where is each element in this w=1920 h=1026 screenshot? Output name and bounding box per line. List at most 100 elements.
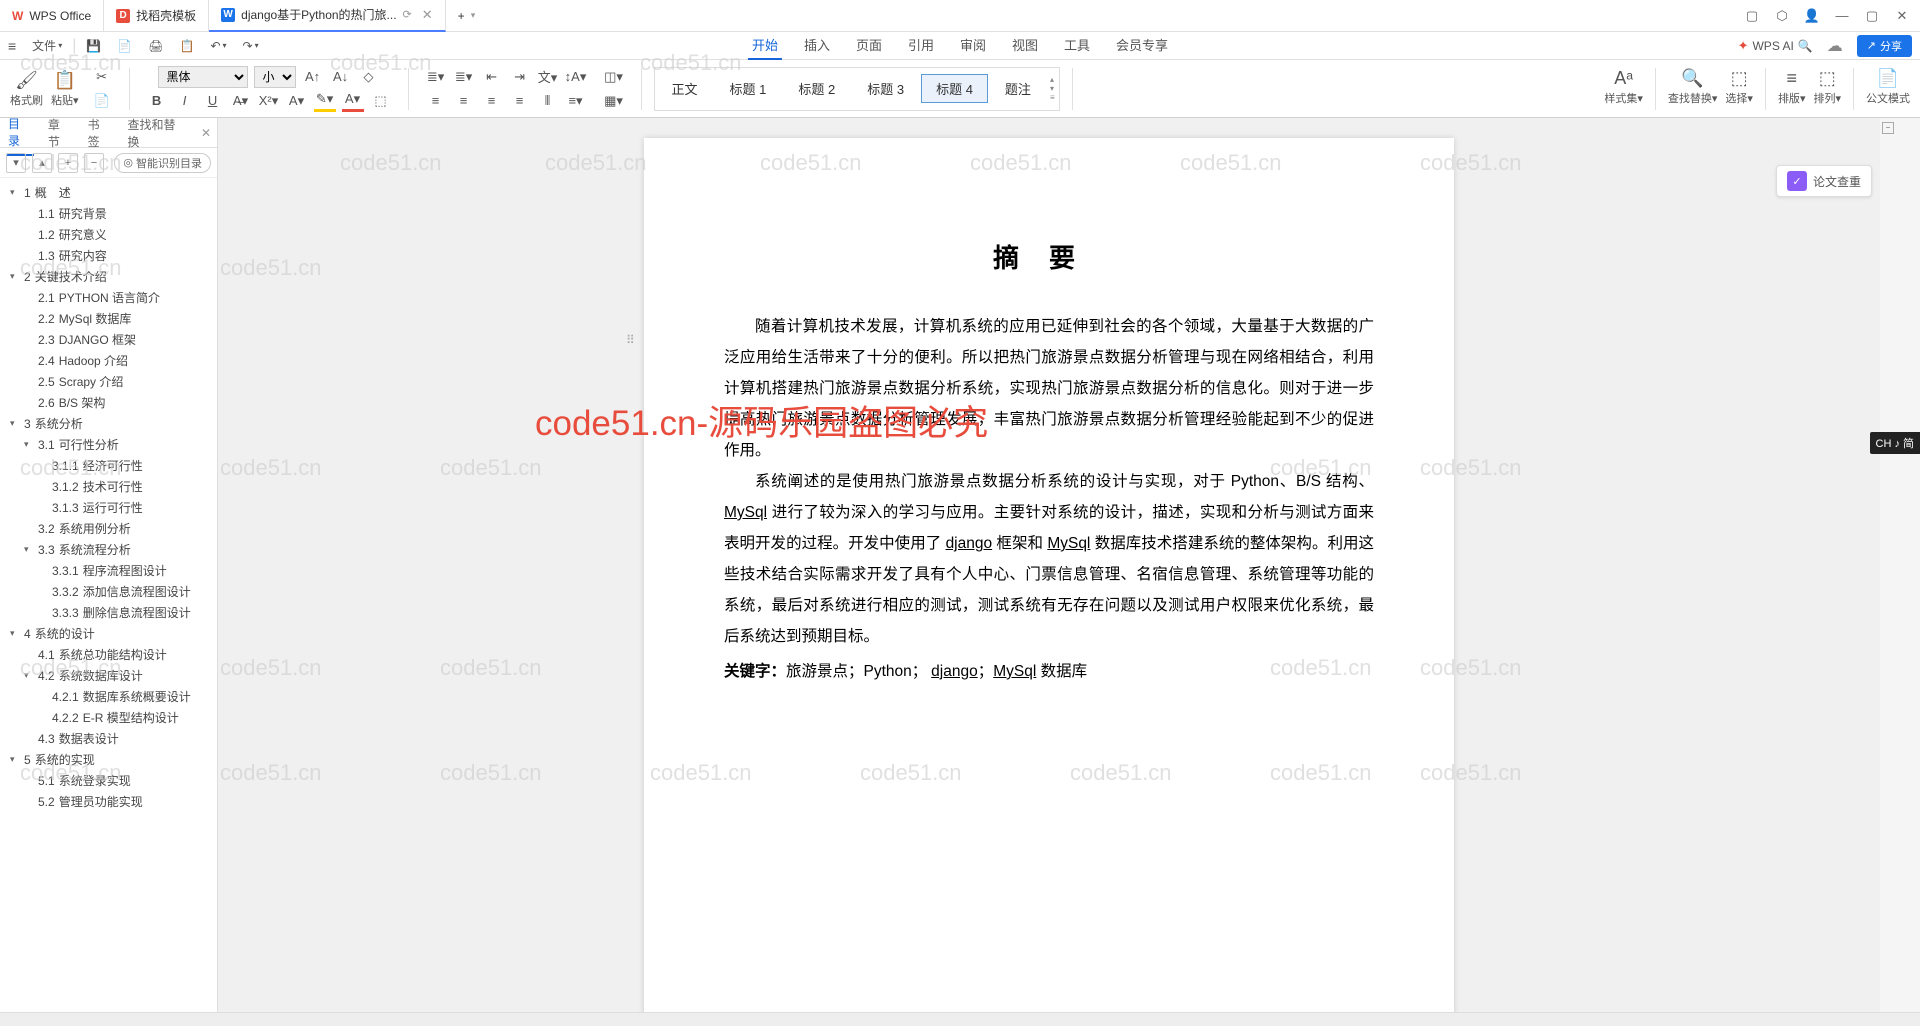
ribbon-tab-view[interactable]: 视图: [1008, 31, 1042, 60]
outline-item[interactable]: 2.1 PYTHON 语言简介: [0, 287, 217, 308]
export-icon[interactable]: 📋: [174, 36, 201, 56]
ribbon-tab-member[interactable]: 会员专享: [1112, 31, 1172, 60]
collapse-all-icon[interactable]: ▾: [6, 153, 26, 173]
outline-item[interactable]: 3.1.3 运行可行性: [0, 497, 217, 518]
superscript-button[interactable]: X²▾: [258, 90, 280, 112]
distribute-icon[interactable]: ⫴: [537, 90, 559, 112]
arrange-button[interactable]: ⬚排列▾: [1813, 68, 1841, 110]
close-panel-icon[interactable]: ✕: [201, 126, 211, 140]
outline-item[interactable]: 5.1 系统登录实现: [0, 770, 217, 791]
move-up-icon[interactable]: ▴: [32, 153, 52, 173]
font-family-select[interactable]: 黑体: [158, 66, 248, 88]
window-icon-1[interactable]: ▢: [1744, 8, 1760, 24]
style-normal[interactable]: 正文: [657, 74, 713, 103]
increase-font-icon[interactable]: A↑: [302, 66, 324, 88]
italic-button[interactable]: I: [174, 90, 196, 112]
doc-mode-button[interactable]: 📄公文模式: [1866, 68, 1910, 110]
document-page[interactable]: ⠿ 摘要 随着计算机技术发展，计算机系统的应用已延伸到社会的各个领域，大量基于大…: [644, 138, 1454, 1012]
wps-ai-button[interactable]: ✦WPS AI 🔍: [1738, 38, 1813, 54]
align-center-icon[interactable]: ≡: [453, 90, 475, 112]
outline-item[interactable]: 3.3.3 删除信息流程图设计: [0, 602, 217, 623]
save-icon[interactable]: 💾: [80, 36, 107, 56]
ribbon-tab-review[interactable]: 审阅: [956, 31, 990, 60]
decrease-font-icon[interactable]: A↓: [330, 66, 352, 88]
reload-icon[interactable]: ⟳: [403, 8, 412, 21]
highlight-color-button[interactable]: ✎▾: [314, 90, 336, 112]
remove-icon[interactable]: −: [84, 153, 104, 173]
style-scroll-down[interactable]: ▾: [1050, 84, 1055, 93]
style-heading4[interactable]: 标题 4: [921, 74, 988, 103]
ribbon-tab-insert[interactable]: 插入: [800, 31, 834, 60]
panel-tab-chapter[interactable]: 章节: [46, 118, 74, 155]
outline-item[interactable]: 1.3 研究内容: [0, 245, 217, 266]
font-color-button[interactable]: A▾: [342, 90, 364, 112]
style-heading1[interactable]: 标题 1: [715, 74, 782, 103]
style-heading2[interactable]: 标题 2: [783, 74, 850, 103]
indent-decrease-icon[interactable]: ⇤: [481, 66, 503, 88]
outline-item[interactable]: ▾2 关键技术介绍: [0, 266, 217, 287]
outline-item[interactable]: ▾3 系统分析: [0, 413, 217, 434]
smart-toc-button[interactable]: ◎智能识别目录: [114, 153, 211, 173]
character-border-button[interactable]: ⬚: [370, 90, 392, 112]
close-tab-icon[interactable]: ✕: [422, 7, 433, 23]
panel-tab-find[interactable]: 查找和替换: [125, 118, 189, 155]
styles-set-button[interactable]: Aᵃ样式集▾: [1604, 68, 1643, 110]
outline-item[interactable]: 2.2 MySql 数据库: [0, 308, 217, 329]
outline-item[interactable]: 3.3.2 添加信息流程图设计: [0, 581, 217, 602]
outline-item[interactable]: 3.3.1 程序流程图设计: [0, 560, 217, 581]
panel-tab-toc[interactable]: 目录: [6, 118, 34, 156]
style-expand[interactable]: ≡: [1050, 93, 1055, 102]
new-tab-button[interactable]: + ▾: [446, 0, 488, 32]
outline-item[interactable]: ▾5 系统的实现: [0, 749, 217, 770]
layout-button[interactable]: ≡排版▾: [1778, 68, 1806, 110]
outline-item[interactable]: 3.2 系统用例分析: [0, 518, 217, 539]
outline-item[interactable]: 5.2 管理员功能实现: [0, 791, 217, 812]
outline-item[interactable]: 1.1 研究背景: [0, 203, 217, 224]
line-spacing-icon[interactable]: ≡▾: [565, 90, 587, 112]
outline-item[interactable]: ▾4.2 系统数据库设计: [0, 665, 217, 686]
font-effect-button[interactable]: A▾: [286, 90, 308, 112]
format-brush-button[interactable]: 🖌 格式刷: [10, 70, 43, 108]
outline-item[interactable]: ▾3.1 可行性分析: [0, 434, 217, 455]
border-icon[interactable]: ▦▾: [603, 90, 625, 112]
document-canvas[interactable]: ⠿ 摘要 随着计算机技术发展，计算机系统的应用已延伸到社会的各个领域，大量基于大…: [218, 118, 1880, 1012]
select-button[interactable]: ⬚选择▾: [1725, 68, 1753, 110]
maximize-icon[interactable]: ▢: [1864, 8, 1880, 24]
underline-button[interactable]: U: [202, 90, 224, 112]
outline-item[interactable]: 3.1.1 经济可行性: [0, 455, 217, 476]
outline-item[interactable]: 2.5 Scrapy 介绍: [0, 371, 217, 392]
shading-icon[interactable]: ◫▾: [603, 66, 625, 88]
hamburger-icon[interactable]: ≡: [8, 38, 16, 54]
ribbon-tab-start[interactable]: 开始: [748, 31, 782, 60]
outline-item[interactable]: 1.2 研究意义: [0, 224, 217, 245]
file-menu[interactable]: 文件 ▾: [26, 34, 68, 57]
scroll-minus-icon[interactable]: −: [1882, 122, 1894, 134]
scroll-rail[interactable]: −: [1880, 118, 1896, 1012]
outline-item[interactable]: ▾4 系统的设计: [0, 623, 217, 644]
print-preview-icon[interactable]: 📄: [111, 36, 138, 56]
outline-item[interactable]: 4.2.2 E-R 模型结构设计: [0, 707, 217, 728]
outline-item[interactable]: ▾1 概 述: [0, 182, 217, 203]
ribbon-tab-page[interactable]: 页面: [852, 31, 886, 60]
font-size-select[interactable]: 小二: [254, 66, 296, 88]
sort-icon[interactable]: ↕A▾: [565, 66, 587, 88]
style-caption[interactable]: 题注: [990, 74, 1046, 103]
user-avatar-icon[interactable]: 👤: [1804, 8, 1820, 24]
bullet-list-icon[interactable]: ≣▾: [425, 66, 447, 88]
outline-item[interactable]: 4.2.1 数据库系统概要设计: [0, 686, 217, 707]
align-left-icon[interactable]: ≡: [425, 90, 447, 112]
text-direction-icon[interactable]: 文▾: [537, 66, 559, 88]
outline-item[interactable]: 2.6 B/S 架构: [0, 392, 217, 413]
number-list-icon[interactable]: ≣▾: [453, 66, 475, 88]
tab-templates[interactable]: D 找稻壳模板: [104, 0, 209, 32]
redo-icon[interactable]: ↷▾: [237, 36, 265, 56]
outline-item[interactable]: 2.4 Hadoop 介绍: [0, 350, 217, 371]
find-replace-button[interactable]: 🔍查找替换▾: [1668, 68, 1718, 110]
align-justify-icon[interactable]: ≡: [509, 90, 531, 112]
bold-button[interactable]: B: [146, 90, 168, 112]
ribbon-tab-tools[interactable]: 工具: [1060, 31, 1094, 60]
paste-button[interactable]: 📋 粘贴▾: [51, 70, 79, 108]
style-scroll-up[interactable]: ▴: [1050, 75, 1055, 84]
outline-item[interactable]: 4.3 数据表设计: [0, 728, 217, 749]
share-button[interactable]: ↗分享: [1857, 35, 1912, 57]
